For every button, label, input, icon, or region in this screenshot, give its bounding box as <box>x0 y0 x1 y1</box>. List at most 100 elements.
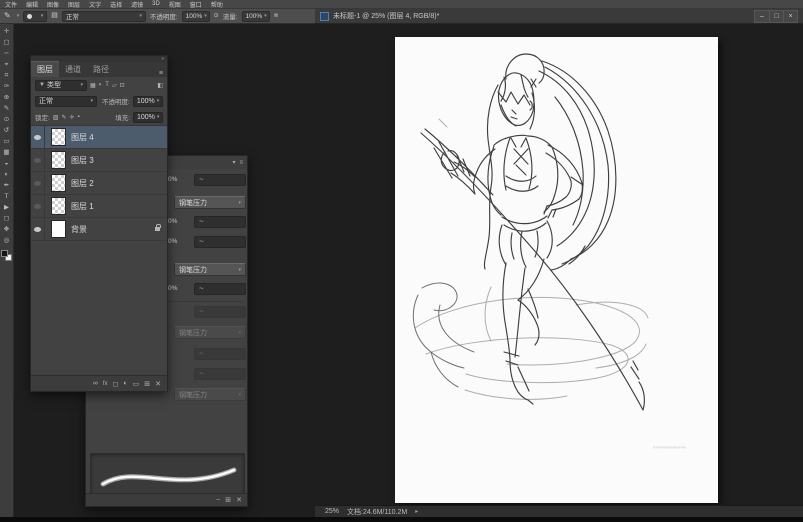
visibility-cell[interactable] <box>31 126 45 148</box>
crop-tool[interactable]: ⌗ <box>1 71 13 80</box>
pressure-opacity-icon[interactable]: ⊙ <box>214 11 219 21</box>
layer-thumbnail[interactable] <box>51 151 66 169</box>
color-swatches[interactable] <box>1 250 12 261</box>
jitter-slider[interactable]: ~ <box>194 174 246 186</box>
menu-3d[interactable]: 3D <box>152 1 160 7</box>
blend-mode-select[interactable]: 正常▾ <box>62 11 146 22</box>
jitter-slider[interactable]: ~ <box>194 216 246 228</box>
blur-tool[interactable]: ◒ <box>1 159 13 168</box>
lock-position-icon[interactable]: ✛ <box>70 114 75 121</box>
layer-blend-mode-select[interactable]: 正常▾ <box>35 96 97 107</box>
control-select[interactable]: 钢笔压力▾ <box>174 263 246 276</box>
layer-row[interactable]: 图层 4 <box>31 126 167 149</box>
zoom-level-field[interactable]: 25% <box>325 508 339 515</box>
document-tab[interactable]: 未标题-1 @ 25% (图层 4, RGB/8)* <box>333 11 439 21</box>
brush-tool[interactable]: ✎ <box>1 104 13 113</box>
layer-row-background[interactable]: 背景 <box>31 218 167 241</box>
pen-tool[interactable]: ✒ <box>1 181 13 190</box>
visibility-cell[interactable] <box>31 149 45 171</box>
layer-opacity-select[interactable]: 100%▾ <box>133 96 163 107</box>
menu-image[interactable]: 图像 <box>47 0 59 9</box>
menu-view[interactable]: 视图 <box>169 0 181 9</box>
dodge-tool[interactable]: ◐ <box>1 170 13 179</box>
visibility-cell[interactable] <box>31 172 45 194</box>
eraser-tool[interactable]: ▭ <box>1 137 13 146</box>
collapse-panel-icon[interactable]: » <box>161 57 164 62</box>
jitter-slider[interactable]: ~ <box>194 236 246 248</box>
airbrush-icon[interactable]: ≋ <box>274 11 279 21</box>
panel-menu-icon[interactable]: ≡ <box>155 70 167 77</box>
type-tool[interactable]: T <box>1 192 13 201</box>
layer-mask-icon[interactable]: ◻ <box>113 380 119 388</box>
menu-type[interactable]: 文字 <box>89 0 101 9</box>
filter-shape-icon[interactable]: ▱ <box>112 82 117 89</box>
minimize-button[interactable]: – <box>755 11 769 22</box>
new-layer-icon[interactable]: ⊞ <box>144 380 150 388</box>
filter-toggle-icon[interactable]: ◧ <box>157 82 163 89</box>
delete-layer-icon[interactable]: ✕ <box>155 380 161 388</box>
healing-brush-tool[interactable]: ⊕ <box>1 93 13 102</box>
layer-thumbnail[interactable] <box>51 174 66 192</box>
quick-select-tool[interactable]: ⌖ <box>1 60 13 69</box>
collapse-icon[interactable]: ▾ <box>232 159 235 166</box>
lasso-tool[interactable]: ∽ <box>1 49 13 58</box>
filter-pixel-icon[interactable]: ▦ <box>90 82 96 89</box>
menu-help[interactable]: 帮助 <box>211 0 223 9</box>
filter-smartobject-icon[interactable]: ⊡ <box>120 82 125 89</box>
flow-select[interactable]: 100%▾ <box>242 11 270 22</box>
lock-pixels-icon[interactable]: ✎ <box>61 114 66 121</box>
control-select[interactable]: 钢笔压力▾ <box>174 196 246 209</box>
adjustment-layer-icon[interactable]: ◐ <box>123 380 127 387</box>
tab-channels[interactable]: 通道 <box>59 62 87 77</box>
visibility-cell[interactable] <box>31 195 45 217</box>
menu-select[interactable]: 选择 <box>110 0 122 9</box>
shape-tool[interactable]: ◻ <box>1 214 13 223</box>
layer-style-icon[interactable]: fx <box>103 381 108 387</box>
history-brush-tool[interactable]: ↺ <box>1 126 13 135</box>
marquee-tool[interactable]: ▢ <box>1 38 13 47</box>
layer-thumbnail[interactable] <box>51 197 66 215</box>
gradient-tool[interactable]: ▦ <box>1 148 13 157</box>
path-select-tool[interactable]: ▶ <box>1 203 13 212</box>
filter-adjustment-icon[interactable]: ◐ <box>99 82 103 88</box>
menu-layer[interactable]: 图层 <box>68 0 80 9</box>
eyedropper-tool[interactable]: ✑ <box>1 82 13 91</box>
menu-window[interactable]: 窗口 <box>190 0 202 9</box>
move-tool[interactable]: ✛ <box>1 27 13 36</box>
canvas-artboard[interactable]: ▪▪▪▪▪▪▪▪▪▪▪▪ <box>395 37 718 503</box>
menu-filter[interactable]: 滤镜 <box>131 0 143 9</box>
filter-type-select[interactable]: ▼类型▾ <box>35 80 87 91</box>
lock-all-icon[interactable]: ▪ <box>78 114 80 120</box>
panel-menu-icon[interactable]: ≡ <box>239 160 243 166</box>
close-button[interactable]: × <box>783 11 797 22</box>
brush-preset-picker[interactable]: ▾ <box>23 11 47 22</box>
lock-transparency-icon[interactable]: ▨ <box>53 114 59 121</box>
tab-paths[interactable]: 路径 <box>87 62 115 77</box>
new-brush-icon[interactable]: ⊞ <box>225 496 231 504</box>
visibility-cell[interactable] <box>31 218 45 240</box>
tab-layers[interactable]: 图层 <box>31 61 59 77</box>
brush-stroke-icon[interactable]: ~ <box>216 497 220 504</box>
toggle-brush-panel-icon[interactable]: ▤ <box>51 11 58 21</box>
menu-file[interactable]: 文件 <box>5 0 17 9</box>
layer-row[interactable]: 图层 1 <box>31 195 167 218</box>
layer-thumbnail[interactable] <box>51 128 66 146</box>
brush-tool-icon[interactable]: ✎ <box>4 11 11 21</box>
delete-brush-icon[interactable]: ✕ <box>236 496 242 504</box>
clone-stamp-tool[interactable]: ⊙ <box>1 115 13 124</box>
jitter-slider[interactable]: ~ <box>194 283 246 295</box>
new-group-icon[interactable]: ▭ <box>133 380 140 388</box>
menu-edit[interactable]: 编辑 <box>26 0 38 9</box>
layer-thumbnail[interactable] <box>51 220 66 238</box>
zoom-tool[interactable]: ◎ <box>1 236 13 245</box>
status-popup-arrow-icon[interactable]: ▸ <box>415 508 418 515</box>
layer-fill-select[interactable]: 100%▾ <box>133 112 163 123</box>
filter-type-icon[interactable]: T <box>105 82 109 88</box>
foreground-color-swatch[interactable] <box>1 250 8 257</box>
layer-row[interactable]: 图层 3 <box>31 149 167 172</box>
hand-tool[interactable]: ✥ <box>1 225 13 234</box>
link-layers-icon[interactable]: ∞ <box>93 380 98 387</box>
opacity-select[interactable]: 100%▾ <box>182 11 210 22</box>
restore-button[interactable]: □ <box>769 11 783 22</box>
layer-row[interactable]: 图层 2 <box>31 172 167 195</box>
